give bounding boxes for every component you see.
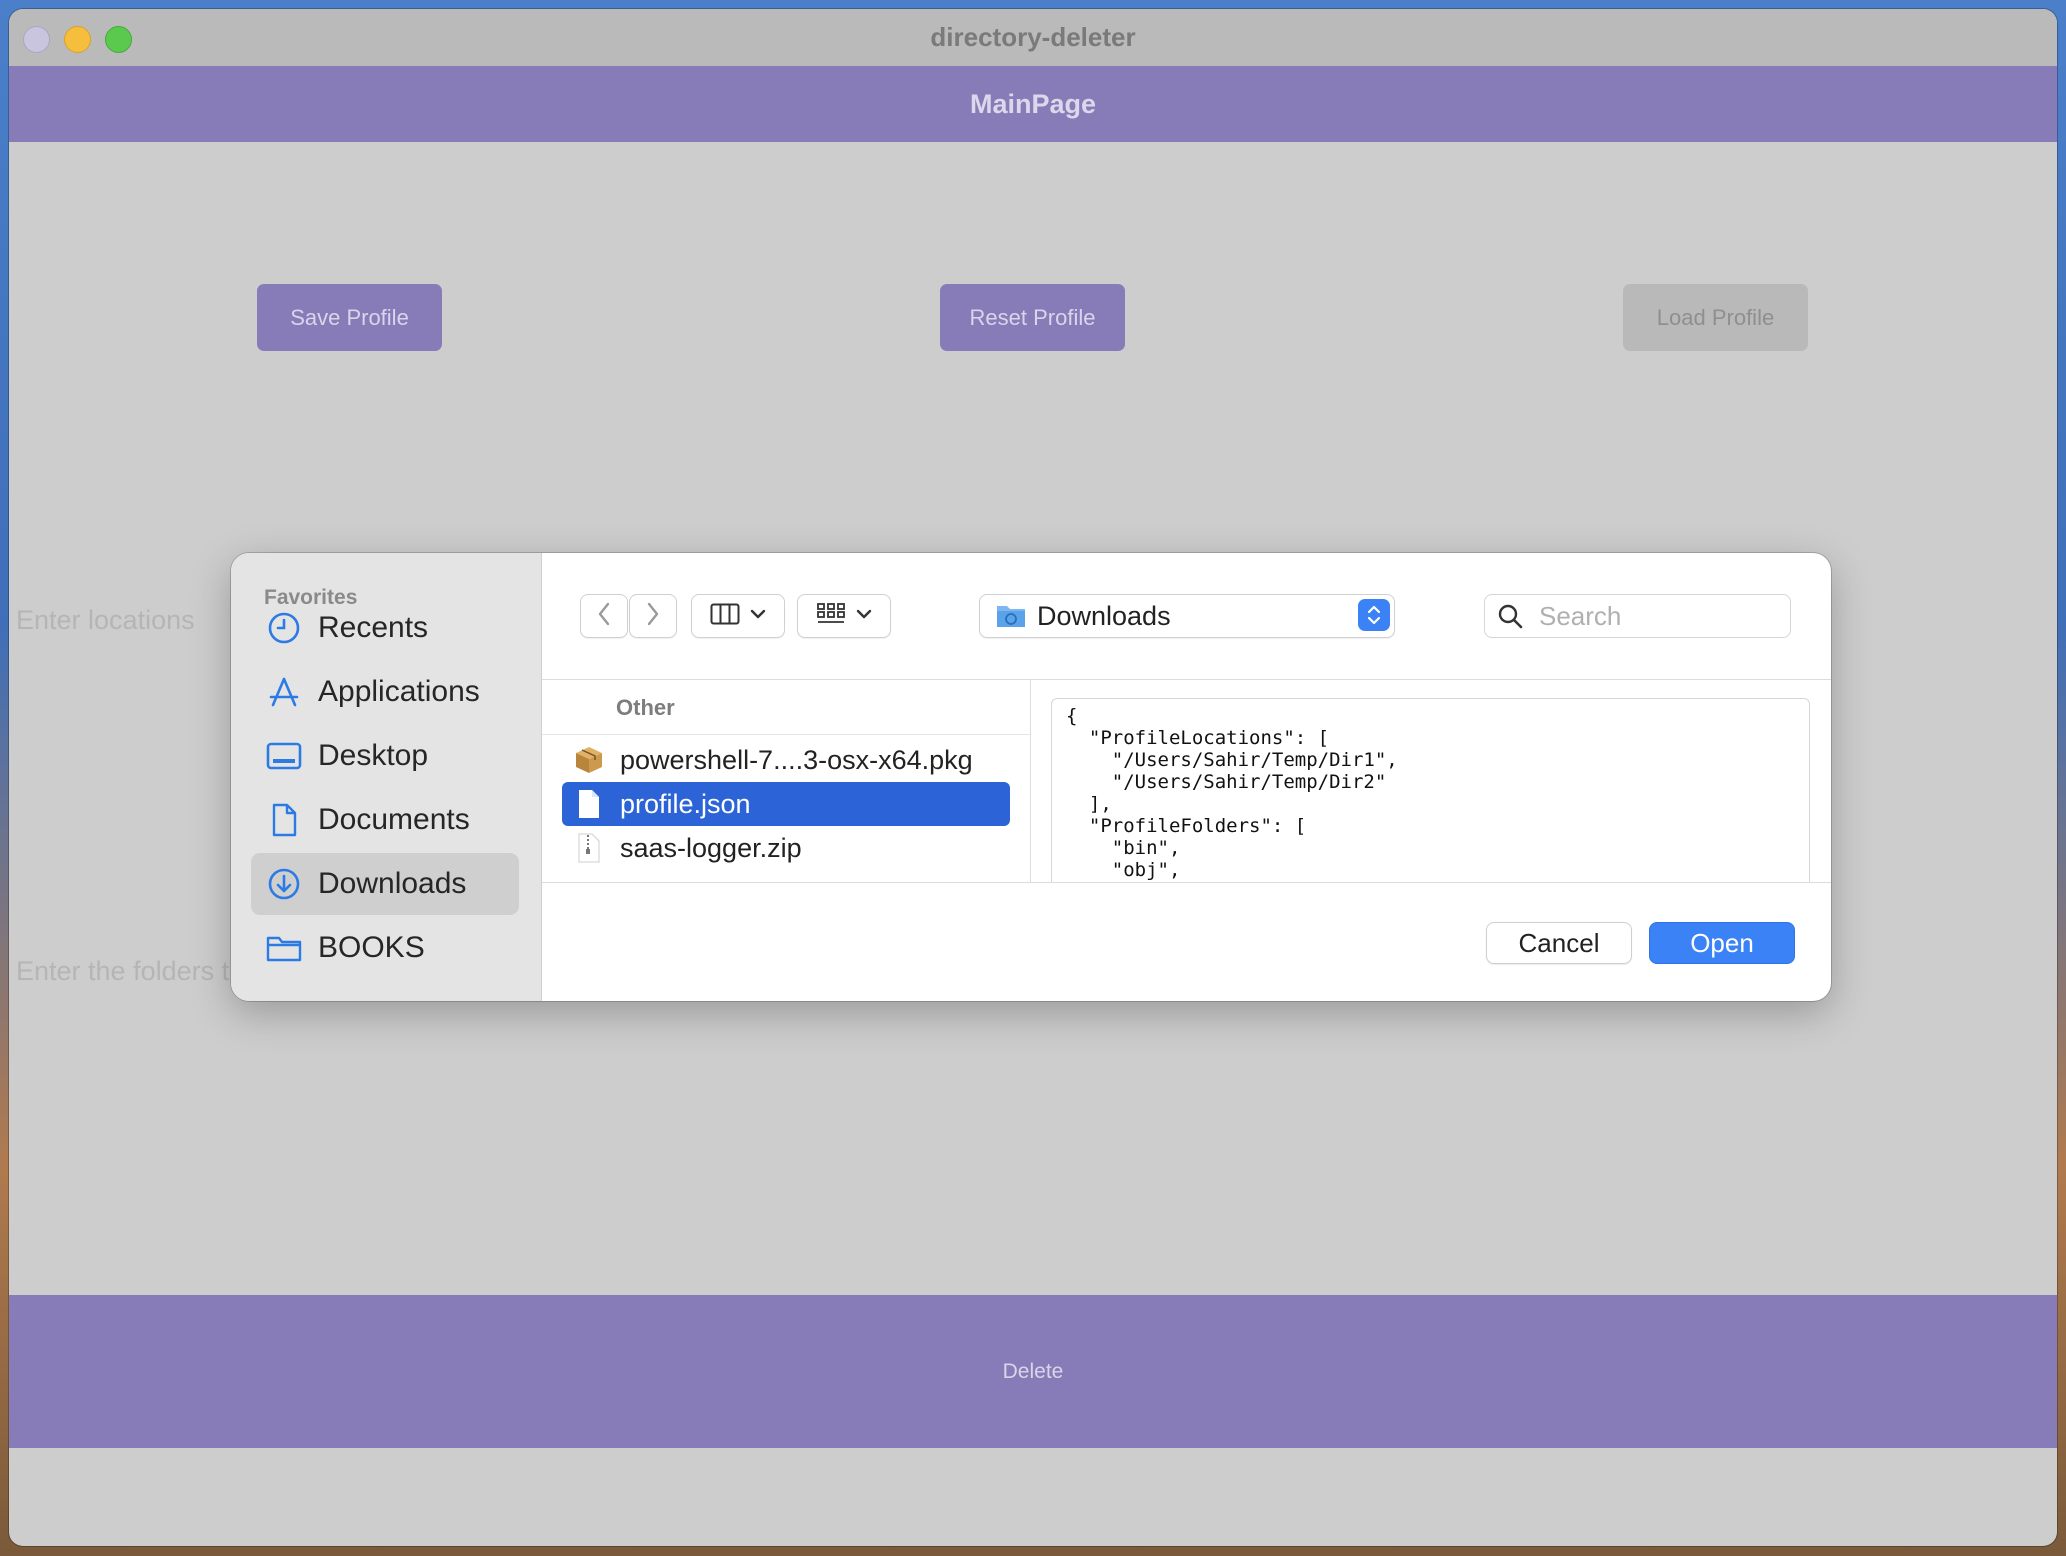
- sidebar-item-label: Applications: [318, 675, 480, 708]
- minimize-window-button[interactable]: [64, 26, 91, 53]
- sidebar-item-desktop[interactable]: Desktop: [251, 725, 519, 787]
- locations-input[interactable]: Enter locations: [16, 605, 195, 636]
- sidebar-item-recents[interactable]: Recents: [251, 597, 519, 659]
- save-profile-button[interactable]: Save Profile: [257, 284, 442, 351]
- download-icon: [266, 866, 302, 902]
- page-title: MainPage: [969, 89, 1097, 119]
- sidebar-item-label: BOOKS: [318, 931, 425, 964]
- file-name: powershell-7....3-osx-x64.pkg: [620, 744, 973, 775]
- maximize-window-button[interactable]: [105, 26, 132, 53]
- file-preview: { "ProfileLocations": [ "/Users/Sahir/Te…: [1051, 698, 1810, 882]
- file-name: profile.json: [620, 788, 751, 819]
- delete-button[interactable]: Delete: [9, 1295, 2057, 1448]
- view-mode-button[interactable]: [691, 594, 785, 638]
- file-browser: Other powershell-7....3-osx-x64.pkg prof…: [542, 679, 1831, 883]
- folder-icon: [266, 930, 302, 966]
- sidebar-item-documents[interactable]: Documents: [251, 789, 519, 851]
- sidebar-item-label: Documents: [318, 803, 470, 836]
- chevron-right-icon: [645, 601, 661, 632]
- file-icon: [574, 788, 604, 820]
- package-icon: [574, 744, 604, 776]
- reset-profile-button[interactable]: Reset Profile: [940, 284, 1125, 351]
- load-profile-button[interactable]: Load Profile: [1623, 284, 1808, 351]
- open-file-dialog: Favorites Recents Applications Desktop D…: [231, 553, 1831, 1001]
- file-row-profile-json[interactable]: profile.json: [562, 782, 1010, 826]
- file-name: saas-logger.zip: [620, 832, 802, 863]
- grid-icon: [816, 602, 846, 631]
- folders-input[interactable]: Enter the folders t: [16, 956, 229, 987]
- window-controls: [23, 26, 132, 53]
- sidebar-item-label: Downloads: [318, 867, 467, 900]
- column-header: Other: [542, 680, 1030, 735]
- title-bar: directory-deleter: [9, 9, 2057, 66]
- downloads-folder-icon: [996, 603, 1026, 634]
- back-button[interactable]: [580, 594, 628, 638]
- sidebar-item-label: Recents: [318, 611, 429, 644]
- sidebar-item-downloads[interactable]: Downloads: [251, 853, 519, 915]
- chevron-down-icon: [856, 607, 872, 625]
- navigation-bar: MainPage: [9, 66, 2057, 142]
- window-title: directory-deleter: [930, 22, 1136, 52]
- columns-view-icon: [710, 603, 740, 630]
- search-input[interactable]: [1537, 597, 1781, 635]
- file-row-powershell-pkg[interactable]: powershell-7....3-osx-x64.pkg: [562, 738, 1010, 782]
- zip-icon: [574, 832, 604, 864]
- chevron-down-icon: [750, 607, 766, 625]
- forward-button[interactable]: [629, 594, 677, 638]
- applications-icon: [266, 674, 302, 710]
- sidebar-item-applications[interactable]: Applications: [251, 661, 519, 723]
- dialog-sidebar: Favorites Recents Applications Desktop D…: [231, 553, 542, 1001]
- search-field[interactable]: [1484, 594, 1791, 638]
- desktop-icon: [266, 738, 302, 774]
- preview-content: { "ProfileLocations": [ "/Users/Sahir/Te…: [1066, 705, 1398, 881]
- group-by-button[interactable]: [797, 594, 891, 638]
- search-icon: [1497, 603, 1523, 634]
- location-label: Downloads: [1037, 601, 1171, 631]
- sidebar-item-books[interactable]: BOOKS: [251, 917, 519, 979]
- chevron-up-down-icon: [1358, 599, 1390, 631]
- open-button[interactable]: Open: [1649, 922, 1795, 964]
- clock-icon: [266, 610, 302, 646]
- location-dropdown[interactable]: Downloads: [979, 594, 1395, 638]
- file-column: Other powershell-7....3-osx-x64.pkg prof…: [542, 680, 1031, 882]
- document-icon: [266, 802, 302, 838]
- close-window-button[interactable]: [23, 26, 50, 53]
- file-row-saas-logger-zip[interactable]: saas-logger.zip: [562, 826, 1010, 870]
- cancel-button[interactable]: Cancel: [1486, 922, 1632, 964]
- chevron-left-icon: [596, 601, 612, 632]
- sidebar-item-label: Desktop: [318, 739, 429, 772]
